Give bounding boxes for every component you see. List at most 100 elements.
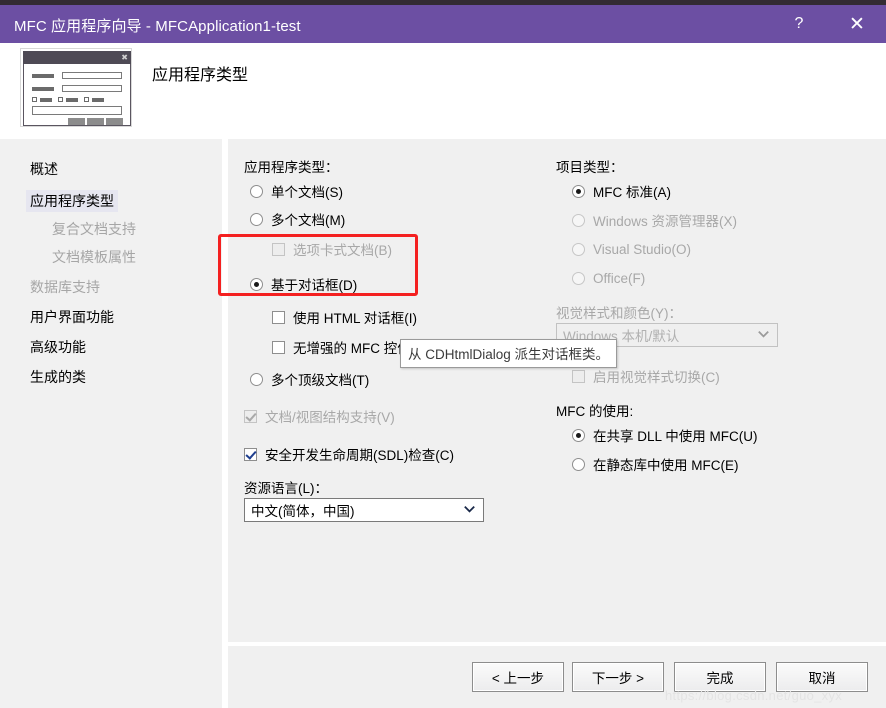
checkbox-sdl-checks[interactable]: 安全开发生命周期(SDL)检查(C) (244, 444, 454, 464)
sidebar-item-label: 高级功能 (30, 339, 86, 355)
chevron-down-icon (758, 330, 769, 338)
icon-close-glyph: ✖ (121, 53, 128, 62)
icon-label-2 (32, 87, 54, 91)
radio-multiple-documents[interactable]: 多个文档(M) (250, 209, 345, 229)
sidebar-item-label: 概述 (30, 161, 58, 177)
page-title: 应用程序类型 (152, 67, 249, 84)
checkbox-icon (272, 310, 285, 324)
checkbox-icon (272, 340, 285, 354)
radio-icon (572, 184, 585, 198)
mfc-usage-group-label: MFC 的使用: (556, 404, 634, 419)
sidebar-item-application-type[interactable]: 应用程序类型 (26, 189, 118, 213)
option-label: 选项卡式文档(B) (293, 243, 392, 258)
icon-button-2 (87, 118, 104, 125)
sidebar-item-label: 数据库支持 (30, 279, 100, 295)
radio-icon (572, 213, 585, 227)
option-label: 多个文档(M) (271, 213, 346, 228)
radio-icon (250, 277, 263, 291)
option-label: Visual Studio(O) (593, 241, 692, 257)
option-label: 单个文档(S) (271, 185, 343, 200)
icon-check-3 (84, 97, 89, 102)
sidebar-item-label: 应用程序类型 (26, 190, 118, 212)
option-label: 安全开发生命周期(SDL)检查(C) (265, 448, 454, 463)
option-label: Windows 资源管理器(X) (593, 214, 738, 229)
dialog-preview-icon: ✖ (20, 48, 132, 127)
window-title: MFC 应用程序向导 - MFCApplication1-test (14, 18, 301, 35)
radio-project-type-mfc-standard[interactable]: MFC 标准(A) (572, 181, 671, 201)
checkbox-icon (244, 447, 257, 461)
sidebar-item-compound-document-support[interactable]: 复合文档支持 (48, 217, 140, 241)
icon-label-1 (32, 74, 54, 78)
sidebar-item-overview[interactable]: 概述 (26, 157, 62, 181)
mfc-app-wizard-window: MFC 应用程序向导 - MFCApplication1-test ? ✕ ✖ (0, 0, 886, 708)
radio-icon (572, 457, 585, 471)
icon-titlebar: ✖ (23, 51, 131, 64)
project-type-group-label: 项目类型： (556, 160, 624, 175)
icon-button-1 (68, 118, 85, 125)
radio-use-mfc-shared-dll[interactable]: 在共享 DLL 中使用 MFC(U) (572, 425, 758, 445)
icon-check-label-1 (40, 98, 52, 102)
chevron-down-icon (464, 505, 475, 513)
option-label: Office(F) (593, 270, 646, 286)
option-label: 在静态库中使用 MFC(E) (593, 458, 739, 473)
resource-language-value: 中文(简体，中国) (251, 504, 355, 519)
sidebar-item-database-support[interactable]: 数据库支持 (26, 275, 104, 299)
icon-check-label-2 (66, 98, 78, 102)
option-label: 使用 HTML 对话框(I) (293, 311, 417, 326)
checkbox-use-html-dialog[interactable]: 使用 HTML 对话框(I) (272, 307, 417, 327)
option-label: 启用视觉样式切换(C) (593, 370, 720, 385)
next-button[interactable]: 下一步 > (572, 662, 664, 692)
tooltip: 从 CDHtmlDialog 派生对话框类。 (400, 339, 618, 368)
close-icon: ✕ (849, 13, 865, 35)
icon-button-3 (106, 118, 123, 125)
checkbox-icon (244, 409, 257, 423)
radio-project-type-visual-studio: Visual Studio(O) (572, 239, 691, 259)
radio-project-type-office: Office(F) (572, 268, 645, 288)
sidebar-item-label: 文档模板属性 (52, 249, 136, 265)
icon-check-2 (58, 97, 63, 102)
radio-use-mfc-static-library[interactable]: 在静态库中使用 MFC(E) (572, 454, 739, 474)
sidebar-item-generated-classes[interactable]: 生成的类 (26, 365, 90, 389)
option-label: 文档/视图结构支持(V) (265, 410, 395, 425)
sidebar-item-label: 生成的类 (30, 369, 86, 385)
radio-icon (250, 372, 263, 386)
title-bar: MFC 应用程序向导 - MFCApplication1-test (0, 5, 886, 43)
sidebar-item-advanced-features[interactable]: 高级功能 (26, 335, 90, 359)
sidebar-item-label: 复合文档支持 (52, 221, 136, 237)
option-label: 在共享 DLL 中使用 MFC(U) (593, 429, 758, 444)
radio-icon (572, 428, 585, 442)
checkbox-enable-visual-style-switching: 启用视觉样式切换(C) (572, 366, 720, 386)
radio-project-type-windows-explorer: Windows 资源管理器(X) (572, 210, 737, 230)
icon-body (23, 64, 131, 126)
wizard-content-panel: 应用程序类型： 单个文档(S) 多个文档(M) 选项卡式文档(B) 基于对话框(… (228, 139, 886, 642)
radio-single-document[interactable]: 单个文档(S) (250, 181, 343, 201)
icon-field-2 (62, 85, 122, 92)
resource-language-label: 资源语言(L)： (244, 481, 328, 496)
wizard-sidebar: 概述 应用程序类型 复合文档支持 文档模板属性 数据库支持 用户界面功能 高级功… (0, 139, 222, 708)
page-header: ✖ 应用程序类型 (0, 43, 886, 139)
radio-icon (572, 271, 585, 285)
back-button[interactable]: < 上一步 (472, 662, 564, 692)
visual-style-label: 视觉样式和颜色(Y)： (556, 306, 682, 321)
radio-icon (572, 242, 585, 256)
application-type-group-label: 应用程序类型： (244, 160, 339, 175)
checkbox-icon (272, 242, 285, 256)
watermark: https://blog.csdn.net/guo_xyx (665, 688, 843, 703)
sidebar-item-user-interface-features[interactable]: 用户界面功能 (26, 305, 118, 329)
radio-icon (250, 212, 263, 226)
icon-check-label-3 (92, 98, 104, 102)
radio-icon (250, 184, 263, 198)
resource-language-select[interactable]: 中文(简体，中国) (244, 498, 484, 522)
option-label: MFC 标准(A) (593, 185, 671, 200)
radio-dialog-based[interactable]: 基于对话框(D) (250, 274, 357, 294)
checkbox-icon (572, 369, 585, 383)
close-button[interactable]: ✕ (834, 5, 880, 43)
radio-multiple-top-level-documents[interactable]: 多个顶级文档(T) (250, 369, 369, 389)
sidebar-item-document-template-properties[interactable]: 文档模板属性 (48, 245, 140, 269)
option-label: 基于对话框(D) (271, 278, 358, 293)
checkbox-tabbed-documents: 选项卡式文档(B) (272, 239, 392, 259)
question-mark-icon: ? (794, 15, 804, 32)
icon-field-3 (32, 106, 122, 115)
sidebar-item-label: 用户界面功能 (30, 309, 114, 325)
help-button[interactable]: ? (776, 5, 822, 43)
